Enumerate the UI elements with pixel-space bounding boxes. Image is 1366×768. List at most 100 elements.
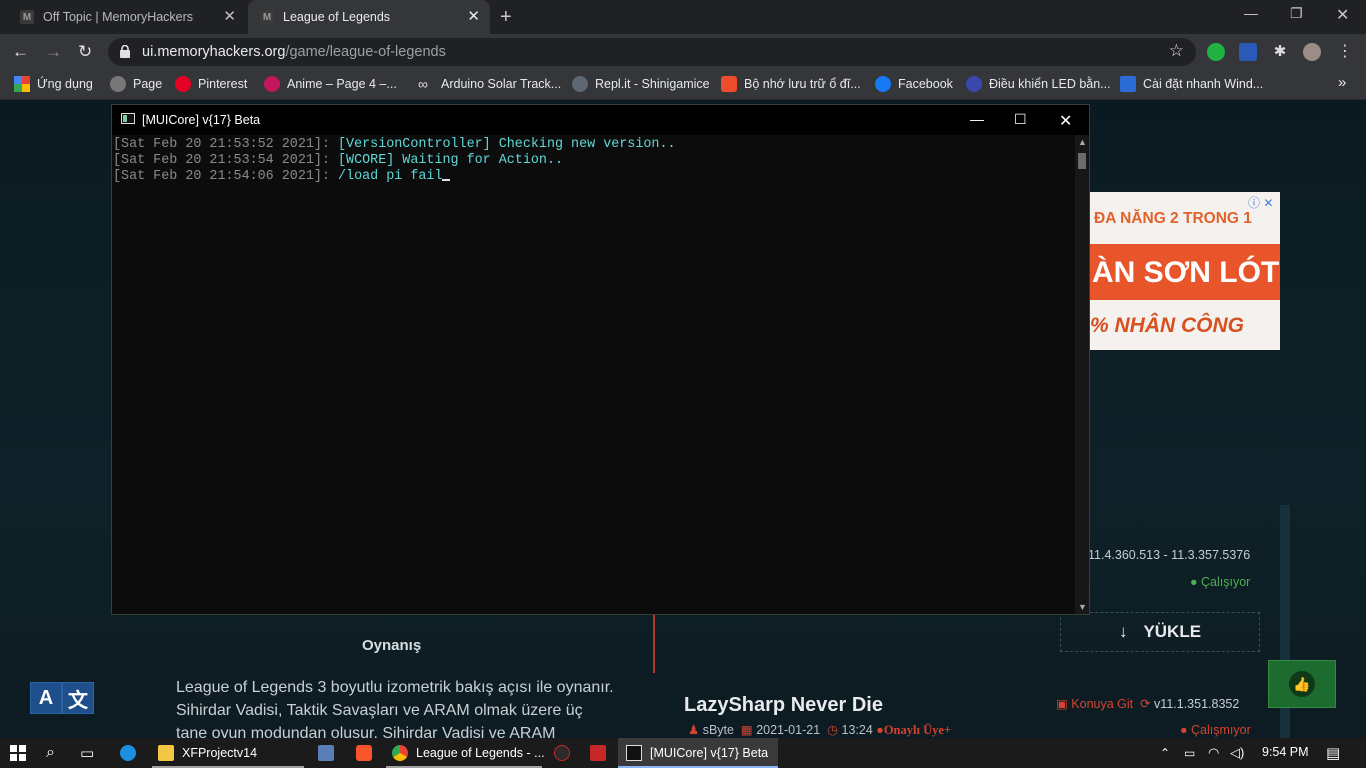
taskbar-clock[interactable]: 9:54 PM [1262, 745, 1309, 759]
post-author[interactable]: sByte [703, 723, 734, 737]
tab-title: Off Topic | MemoryHackers [43, 10, 194, 24]
bookmark-label: Cài đặt nhanh Wind... [1143, 77, 1264, 91]
bookmark-facebook[interactable]: Facebook [875, 76, 953, 92]
log-timestamp: [Sat Feb 20 21:53:52 2021]: [113, 137, 330, 152]
status-not-working: ● Çalışmıyor [1180, 723, 1251, 737]
tab-league-of-legends[interactable]: M League of Legends ✕ [248, 0, 490, 34]
goto-thread-link[interactable]: Konuya Git [1071, 697, 1133, 711]
version-range: 11.4.360.513 - 11.3.357.5376 [1088, 548, 1251, 562]
console-minimize-icon[interactable]: — [970, 111, 984, 127]
more-bookmarks-button[interactable]: » [1338, 74, 1346, 91]
notifications-icon[interactable]: ▤ [1326, 738, 1340, 768]
log-message: /load pi fail [338, 169, 443, 184]
external-link-icon: ▣ [1056, 697, 1072, 711]
bookmark-replit[interactable]: Repl.it - Shinigamice [572, 76, 710, 92]
arduino-icon: ∞ [418, 76, 428, 92]
url-text: ui.memoryhackers.org/game/league-of-lege… [142, 44, 446, 60]
console-line: [Sat Feb 20 21:54:06 2021]: /load pi fai… [113, 169, 1076, 185]
extensions-puzzle-icon[interactable]: ✱ [1271, 43, 1289, 61]
app-red-icon [554, 745, 570, 761]
console-close-icon[interactable]: ✕ [1059, 111, 1072, 131]
start-button[interactable] [10, 738, 34, 768]
taskbar-item-chrome[interactable]: League of Legends - ... [392, 738, 545, 768]
console-maximize-icon[interactable]: ☐ [1014, 111, 1027, 128]
taskbar-app-tool[interactable] [318, 738, 342, 768]
taskbar-item-console[interactable]: [MUICore] v{17} Beta [618, 738, 778, 768]
close-tab-icon[interactable]: ✕ [223, 9, 236, 24]
minimize-icon[interactable]: — [1244, 5, 1258, 21]
close-tab-icon[interactable]: ✕ [467, 9, 480, 24]
ad-close-icon[interactable]: ⓘ ✕ [1248, 194, 1273, 211]
chrome-menu-icon[interactable]: ⋮ [1336, 43, 1354, 61]
error-icon: ● [1180, 723, 1192, 737]
memoryhackers-favicon-icon: M [20, 10, 34, 24]
address-bar[interactable]: ui.memoryhackers.org/game/league-of-lege… [108, 38, 1196, 66]
tray-chevron-icon[interactable]: ⌃ [1160, 738, 1170, 768]
ad-line: ÀN SƠN LÓT [1092, 256, 1280, 289]
brave-button[interactable] [356, 738, 380, 768]
task-view-icon[interactable]: ▭ [80, 738, 94, 768]
restore-icon[interactable]: ❐ [1290, 5, 1303, 22]
like-button[interactable]: 👍 [1268, 660, 1336, 708]
clock-icon: ◷ [827, 723, 842, 737]
taskbar-app-autocad[interactable] [590, 738, 614, 768]
wifi-icon[interactable]: ◠ [1208, 738, 1219, 768]
console-title-bar[interactable]: [MUICore] v{17} Beta — ☐ ✕ [112, 105, 1089, 135]
bookmark-page[interactable]: Page [110, 76, 162, 92]
extension-blue-icon[interactable] [1239, 43, 1257, 61]
bookmark-pinterest[interactable]: Pinterest [175, 76, 247, 92]
back-icon[interactable]: ← [12, 42, 29, 62]
reload-icon[interactable]: ↻ [78, 42, 92, 62]
console-window[interactable]: [MUICore] v{17} Beta — ☐ ✕ [Sat Feb 20 2… [111, 104, 1090, 615]
translate-b-icon: 文 [62, 682, 94, 714]
search-icon[interactable]: ⌕ [46, 738, 55, 768]
bookmark-anime[interactable]: Anime – Page 4 –... [264, 76, 397, 92]
bookmark-arduino[interactable]: ∞ Arduino Solar Track... [418, 76, 561, 92]
edge-button[interactable] [120, 738, 144, 768]
status-text: Çalışıyor [1201, 575, 1251, 589]
page-icon [110, 76, 126, 92]
taskbar-label: XFProjectv14 [182, 746, 258, 760]
advertisement[interactable]: ĐA NĂNG 2 TRONG 1 ÀN SƠN LÓT % NHÂN CÔNG [1088, 192, 1280, 350]
console-title: [MUICore] v{17} Beta [142, 113, 261, 127]
forward-icon[interactable]: → [45, 42, 62, 62]
bookmark-storage[interactable]: Bộ nhớ lưu trữ ổ đĩ... [721, 76, 861, 92]
log-message: [WCORE] Waiting for Action.. [338, 153, 564, 168]
log-timestamp: [Sat Feb 20 21:54:06 2021]: [113, 169, 330, 184]
tab-off-topic[interactable]: M Off Topic | MemoryHackers ✕ [8, 0, 246, 34]
bookmark-led[interactable]: Điều khiển LED bằn... [966, 76, 1111, 92]
facebook-icon [875, 76, 891, 92]
taskbar-app-red[interactable] [554, 738, 578, 768]
post-date: 2021-01-21 [756, 723, 821, 737]
post-title[interactable]: LazySharp Never Die [684, 694, 883, 717]
bookmark-windows[interactable]: Cài đặt nhanh Wind... [1120, 76, 1263, 92]
goto-thread-row[interactable]: ▣ Konuya Git ⟳ v11.1.351.8352 [1056, 696, 1239, 711]
shopee-icon [721, 76, 737, 92]
volume-icon[interactable]: ◁) [1230, 738, 1244, 768]
extension-green-icon[interactable] [1207, 43, 1225, 61]
console-scrollbar[interactable]: ▲ ▼ [1075, 135, 1089, 614]
download-button[interactable]: ↓ YÜKLE [1060, 612, 1260, 652]
scroll-up-icon[interactable]: ▲ [1078, 137, 1087, 147]
taskbar-label: [MUICore] v{17} Beta [650, 746, 769, 760]
close-window-icon[interactable]: ✕ [1336, 5, 1349, 25]
bookmark-label: Anime – Page 4 –... [287, 77, 397, 91]
battery-icon[interactable]: ▭ [1184, 738, 1195, 768]
scroll-thumb[interactable] [1078, 153, 1086, 169]
profile-avatar[interactable] [1303, 43, 1321, 61]
scroll-down-icon[interactable]: ▼ [1078, 602, 1087, 612]
bookmarks-bar: Ứng dụng Page Pinterest Anime – Page 4 –… [0, 70, 1366, 100]
ad-line: ĐA NĂNG 2 TRONG 1 [1094, 210, 1252, 227]
translate-button[interactable]: A文 [30, 682, 94, 714]
bookmark-apps[interactable]: Ứng dụng [14, 76, 93, 92]
folder-icon [158, 745, 174, 761]
new-tab-button[interactable]: + [500, 6, 512, 29]
bookmark-label: Bộ nhớ lưu trữ ổ đĩ... [744, 77, 861, 91]
calendar-icon: ▦ [740, 723, 757, 737]
check-icon: ● [1190, 575, 1202, 589]
console-output[interactable]: [Sat Feb 20 21:53:52 2021]: [VersionCont… [112, 135, 1076, 614]
taskbar-item-explorer[interactable]: XFProjectv14 [158, 738, 257, 768]
bookmark-star-icon[interactable]: ☆ [1169, 41, 1184, 61]
post-version: v11.1.351.8352 [1154, 697, 1240, 711]
edge-icon [120, 745, 136, 761]
